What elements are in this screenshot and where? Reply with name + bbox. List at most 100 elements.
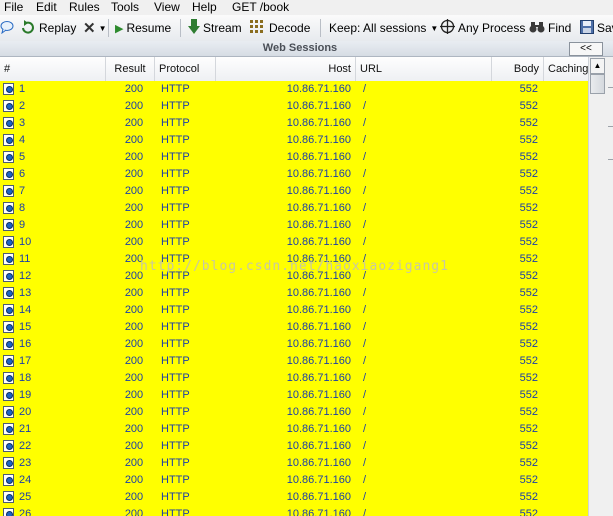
session-body: 552 bbox=[519, 389, 538, 401]
session-body: 552 bbox=[519, 440, 538, 452]
session-row[interactable]: 17 200 HTTP 10.86.71.160 / 552 bbox=[0, 353, 588, 370]
column-header-host[interactable]: Host bbox=[216, 57, 356, 81]
session-id: 7 bbox=[19, 185, 26, 197]
session-row[interactable]: 15 200 HTTP 10.86.71.160 / 552 bbox=[0, 319, 588, 336]
scroll-thumb[interactable] bbox=[590, 74, 605, 94]
save-button[interactable]: Sav bbox=[580, 15, 613, 41]
replay-button[interactable]: Replay bbox=[20, 15, 76, 41]
session-protocol: HTTP bbox=[161, 185, 190, 197]
session-document-icon bbox=[3, 355, 14, 367]
session-row[interactable]: 22 200 HTTP 10.86.71.160 / 552 bbox=[0, 438, 588, 455]
session-result: 200 bbox=[124, 457, 144, 469]
session-row[interactable]: 20 200 HTTP 10.86.71.160 / 552 bbox=[0, 404, 588, 421]
session-result: 200 bbox=[124, 338, 144, 350]
menu-tools[interactable]: Tools bbox=[111, 0, 139, 15]
menu-view[interactable]: View bbox=[154, 0, 180, 15]
session-url: / bbox=[363, 474, 367, 486]
session-row[interactable]: 3 200 HTTP 10.86.71.160 / 552 bbox=[0, 115, 588, 132]
session-row[interactable]: 18 200 HTTP 10.86.71.160 / 552 bbox=[0, 370, 588, 387]
session-host: 10.86.71.160 bbox=[286, 423, 351, 435]
decode-button[interactable]: Decode bbox=[250, 15, 310, 41]
session-body: 552 bbox=[519, 508, 538, 516]
session-host: 10.86.71.160 bbox=[286, 151, 351, 163]
session-result: 200 bbox=[124, 202, 144, 214]
collapse-panel-button[interactable]: << bbox=[569, 42, 603, 56]
session-id: 24 bbox=[19, 474, 32, 486]
session-id: 22 bbox=[19, 440, 32, 452]
decode-label: Decode bbox=[269, 21, 311, 35]
session-body: 552 bbox=[519, 474, 538, 486]
session-row[interactable]: 19 200 HTTP 10.86.71.160 / 552 bbox=[0, 387, 588, 404]
session-row[interactable]: 2 200 HTTP 10.86.71.160 / 552 bbox=[0, 98, 588, 115]
column-header-number[interactable]: # bbox=[0, 57, 106, 81]
session-row[interactable]: 7 200 HTTP 10.86.71.160 / 552 bbox=[0, 183, 588, 200]
session-host: 10.86.71.160 bbox=[286, 134, 351, 146]
remove-dropdown-button[interactable]: ✕ ▼ bbox=[83, 15, 107, 41]
session-url: / bbox=[363, 287, 367, 299]
session-document-icon bbox=[3, 423, 14, 435]
session-row[interactable]: 8 200 HTTP 10.86.71.160 / 552 bbox=[0, 200, 588, 217]
comment-button[interactable] bbox=[0, 15, 17, 41]
column-header-body[interactable]: Body bbox=[492, 57, 544, 81]
session-url: / bbox=[363, 440, 367, 452]
session-host: 10.86.71.160 bbox=[286, 457, 351, 469]
session-row[interactable]: 6 200 HTTP 10.86.71.160 / 552 bbox=[0, 166, 588, 183]
session-url: / bbox=[363, 202, 367, 214]
session-row[interactable]: 12 200 HTTP 10.86.71.160 / 552 bbox=[0, 268, 588, 285]
toolbar-divider bbox=[108, 19, 109, 37]
session-document-icon bbox=[3, 253, 14, 265]
session-row[interactable]: 21 200 HTTP 10.86.71.160 / 552 bbox=[0, 421, 588, 438]
session-result: 200 bbox=[124, 440, 144, 452]
column-header-protocol[interactable]: Protocol bbox=[155, 57, 216, 81]
session-row[interactable]: 26 200 HTTP 10.86.71.160 / 552 bbox=[0, 506, 588, 516]
stream-button[interactable]: Stream bbox=[188, 15, 242, 41]
menu-help[interactable]: Help bbox=[192, 0, 217, 15]
session-body: 552 bbox=[519, 202, 538, 214]
menu-edit[interactable]: Edit bbox=[36, 0, 57, 15]
session-row[interactable]: 14 200 HTTP 10.86.71.160 / 552 bbox=[0, 302, 588, 319]
session-row[interactable]: 11 200 HTTP 10.86.71.160 / 552 bbox=[0, 251, 588, 268]
session-body: 552 bbox=[519, 372, 538, 384]
session-result: 200 bbox=[124, 168, 144, 180]
session-url: / bbox=[363, 253, 367, 265]
column-header-result[interactable]: Result bbox=[106, 57, 155, 81]
session-protocol: HTTP bbox=[161, 304, 190, 316]
session-url: / bbox=[363, 117, 367, 129]
keep-sessions-dropdown[interactable]: Keep: All sessions ▼ bbox=[329, 15, 438, 41]
session-id: 4 bbox=[19, 134, 26, 146]
session-row[interactable]: 23 200 HTTP 10.86.71.160 / 552 bbox=[0, 455, 588, 472]
resume-button[interactable]: ▶ Resume bbox=[115, 15, 171, 41]
column-header-url[interactable]: URL bbox=[356, 57, 492, 81]
find-button[interactable]: Find bbox=[529, 15, 571, 41]
session-url: / bbox=[363, 338, 367, 350]
column-header-caching[interactable]: Caching bbox=[544, 57, 588, 81]
session-row[interactable]: 10 200 HTTP 10.86.71.160 / 552 bbox=[0, 234, 588, 251]
menu-get-book[interactable]: GET /book bbox=[232, 0, 289, 15]
session-row[interactable]: 4 200 HTTP 10.86.71.160 / 552 bbox=[0, 132, 588, 149]
stream-label: Stream bbox=[203, 21, 242, 35]
session-id: 9 bbox=[19, 219, 26, 231]
session-protocol: HTTP bbox=[161, 440, 190, 452]
menu-file[interactable]: File bbox=[4, 0, 23, 15]
session-document-icon bbox=[3, 100, 14, 112]
session-row[interactable]: 25 200 HTTP 10.86.71.160 / 552 bbox=[0, 489, 588, 506]
session-row[interactable]: 1 200 HTTP 10.86.71.160 / 552 bbox=[0, 81, 588, 98]
session-document-icon bbox=[3, 440, 14, 452]
menu-rules[interactable]: Rules bbox=[69, 0, 100, 15]
session-row[interactable]: 9 200 HTTP 10.86.71.160 / 552 bbox=[0, 217, 588, 234]
session-row[interactable]: 13 200 HTTP 10.86.71.160 / 552 bbox=[0, 285, 588, 302]
scroll-up-arrow-icon[interactable]: ▲ bbox=[590, 58, 605, 74]
session-body: 552 bbox=[519, 236, 538, 248]
session-row[interactable]: 24 200 HTTP 10.86.71.160 / 552 bbox=[0, 472, 588, 489]
session-url: / bbox=[363, 457, 367, 469]
session-row[interactable]: 16 200 HTTP 10.86.71.160 / 552 bbox=[0, 336, 588, 353]
vertical-scrollbar[interactable]: ▲ bbox=[588, 57, 613, 516]
session-id: 10 bbox=[19, 236, 32, 248]
session-result: 200 bbox=[124, 100, 144, 112]
session-result: 200 bbox=[124, 321, 144, 333]
session-row[interactable]: 5 200 HTTP 10.86.71.160 / 552 bbox=[0, 149, 588, 166]
any-process-button[interactable]: Any Process bbox=[440, 15, 525, 41]
session-protocol: HTTP bbox=[161, 253, 190, 265]
session-id: 26 bbox=[19, 508, 32, 516]
remove-x-icon: ✕ bbox=[83, 20, 96, 37]
